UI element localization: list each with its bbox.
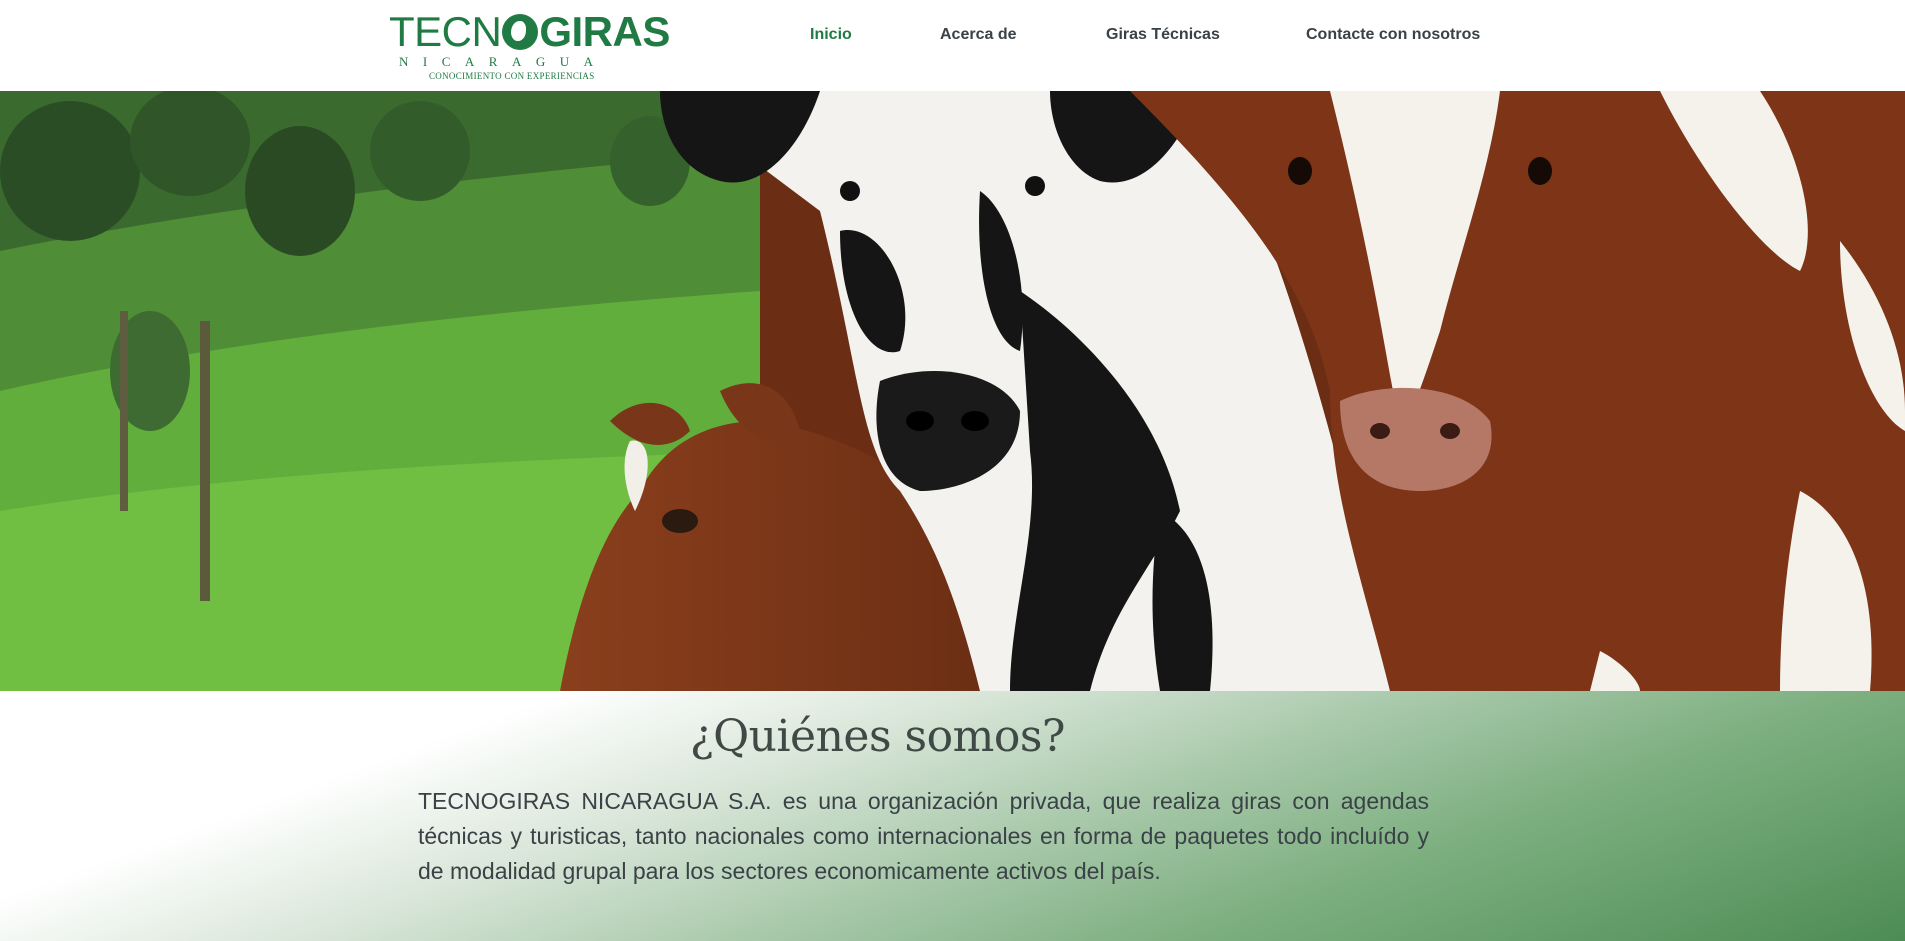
logo-tagline: CONOCIMIENTO CON EXPERIENCIAS — [429, 71, 595, 81]
site-logo[interactable]: TECN GIRAS NICARAGUA CONOCIMIENTO CON EXP… — [389, 8, 670, 81]
about-title: ¿Quiénes somos? — [689, 711, 1066, 762]
nav-item-inicio[interactable]: Inicio — [810, 26, 852, 44]
site-header: TECN GIRAS NICARAGUA CONOCIMIENTO CON EXP… — [0, 0, 1905, 91]
logo-word-right: GIRAS — [539, 8, 670, 55]
nav-item-acerca-de[interactable]: Acerca de — [940, 26, 1017, 44]
hero-image — [0, 91, 1905, 691]
logo-wordmark: TECN GIRAS — [389, 8, 670, 56]
about-section: ¿Quiénes somos? TECNOGIRAS NICARAGUA S.A… — [0, 691, 1905, 941]
nav-item-giras-tecnicas[interactable]: Giras Técnicas — [1106, 26, 1220, 44]
nav-item-contacte[interactable]: Contacte con nosotros — [1306, 26, 1480, 44]
about-description: TECNOGIRAS NICARAGUA S.A. es una organiz… — [418, 788, 1429, 884]
logo-word-left: TECN — [389, 8, 502, 55]
logo-subtitle: NICARAGUA — [399, 54, 608, 69]
globe-icon — [502, 14, 539, 50]
hero-banner — [0, 91, 1905, 691]
